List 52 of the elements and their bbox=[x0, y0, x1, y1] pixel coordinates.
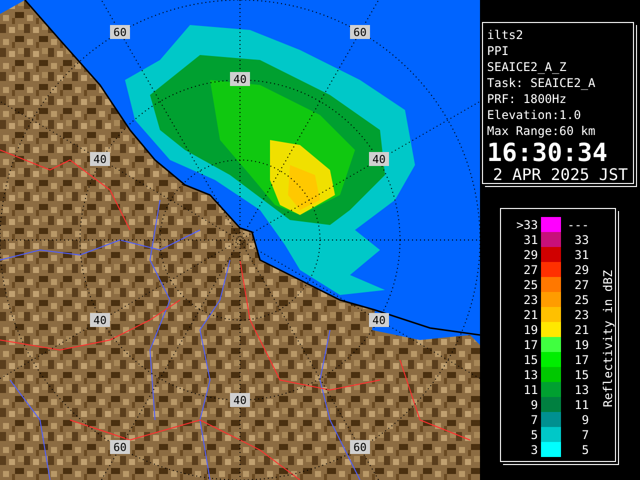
legend-label: 21 bbox=[574, 322, 589, 336]
task-name: Task: SEAICE2_A bbox=[487, 75, 596, 91]
legend-label: 9 bbox=[530, 398, 538, 412]
legend-label: 17 bbox=[574, 352, 589, 366]
prf-value: PRF: 1800Hz bbox=[487, 91, 568, 107]
date-display: 2 APR 2025 JST bbox=[493, 166, 629, 184]
legend-label: 7 bbox=[580, 428, 589, 442]
legend-label: 17 bbox=[522, 338, 538, 352]
legend-title: Reflectivity in dBZ bbox=[601, 270, 615, 408]
elevation-value: Elevation:1.0 bbox=[487, 107, 582, 123]
max-range: Max Range:60 km bbox=[487, 123, 596, 139]
range-label: 60 bbox=[350, 440, 370, 454]
legend-label: 31 bbox=[522, 232, 538, 246]
range-label: 40 bbox=[230, 393, 250, 407]
legend-label: 19 bbox=[522, 322, 538, 336]
time-display: 16:30:34 bbox=[487, 140, 608, 166]
scan-mode: PPI bbox=[487, 43, 510, 59]
range-label: 60 bbox=[350, 25, 370, 39]
legend-label: 25 bbox=[522, 278, 538, 292]
legend-label: 7 bbox=[530, 412, 538, 426]
legend-label: 23 bbox=[522, 292, 538, 306]
range-label: 40 bbox=[230, 72, 250, 86]
legend-label: 13 bbox=[522, 368, 538, 382]
legend-label: 31 bbox=[574, 248, 589, 262]
product-name: SEAICE2_A_Z bbox=[487, 59, 568, 75]
range-label: 40 bbox=[369, 313, 389, 327]
legend-label: 27 bbox=[574, 278, 589, 292]
legend-label: 25 bbox=[574, 292, 589, 306]
legend-label: >33 bbox=[515, 218, 538, 232]
legend-label: 33 bbox=[574, 232, 589, 246]
legend-label: 21 bbox=[522, 308, 538, 322]
legend-label: 27 bbox=[522, 262, 538, 276]
legend-label: --- bbox=[566, 218, 589, 232]
legend-label: 29 bbox=[522, 248, 538, 262]
legend-label: 15 bbox=[522, 352, 538, 366]
range-label: 40 bbox=[90, 313, 110, 327]
range-label: 60 bbox=[110, 25, 130, 39]
legend-label: 3 bbox=[530, 442, 538, 456]
legend-label: 29 bbox=[574, 262, 589, 276]
legend-label: 5 bbox=[580, 442, 589, 456]
range-label: 60 bbox=[110, 440, 130, 454]
range-label: 40 bbox=[90, 152, 110, 166]
legend-label: 15 bbox=[574, 368, 589, 382]
legend-label: 19 bbox=[574, 338, 589, 352]
legend-label: 23 bbox=[574, 308, 589, 322]
legend-label: 9 bbox=[580, 412, 589, 426]
legend-label: 5 bbox=[530, 428, 538, 442]
legend-label: 11 bbox=[522, 382, 538, 396]
range-label: 40 bbox=[369, 152, 389, 166]
station-name: ilts2 bbox=[487, 27, 524, 43]
legend-label: 11 bbox=[574, 398, 589, 412]
legend-label: 13 bbox=[574, 382, 589, 396]
